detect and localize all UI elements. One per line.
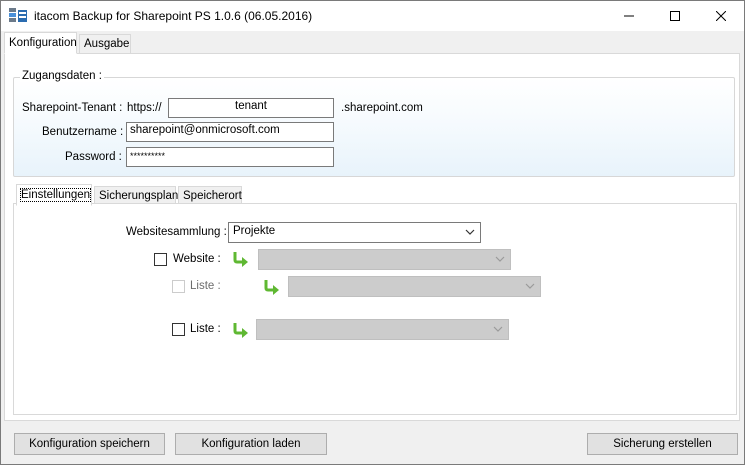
collection-value: Projekte (233, 225, 276, 237)
list-checkbox[interactable] (172, 323, 185, 336)
create-backup-button[interactable]: Sicherung erstellen (587, 433, 738, 455)
password-input[interactable]: ********** (126, 147, 334, 167)
close-button[interactable] (698, 1, 744, 31)
tab-label: Konfiguration (9, 37, 77, 49)
konfiguration-page: Zugangsdaten : Sharepoint-Tenant : https… (4, 53, 740, 421)
app-window: itacom Backup for Sharepoint PS 1.0.6 (0… (0, 0, 745, 465)
green-return-arrow-icon (233, 323, 248, 338)
website-select[interactable] (258, 249, 511, 270)
minimize-icon (624, 15, 634, 17)
window-title: itacom Backup for Sharepoint PS 1.0.6 (0… (34, 9, 313, 23)
tab-label: Einstellungen (19, 188, 92, 202)
tab-label: Ausgabe (84, 38, 130, 50)
load-config-button[interactable]: Konfiguration laden (175, 433, 327, 455)
maximize-icon (670, 11, 680, 21)
website-label: Website : (173, 253, 221, 265)
tab-einstellungen[interactable]: Einstellungen (16, 184, 92, 206)
app-icon (9, 8, 27, 24)
list-select[interactable] (256, 319, 509, 340)
credentials-legend: Zugangsdaten : (20, 70, 104, 82)
title-bar[interactable]: itacom Backup for Sharepoint PS 1.0.6 (0… (1, 1, 744, 31)
close-icon (716, 11, 726, 21)
tab-konfiguration[interactable]: Konfiguration (4, 32, 77, 54)
maximize-button[interactable] (652, 1, 698, 31)
einstellungen-page: Websitesammlung : Projekte Website : Lis… (13, 203, 737, 415)
website-list-label: Liste : (190, 280, 221, 292)
username-label: Benutzername : (42, 126, 124, 138)
chevron-down-icon (493, 326, 503, 332)
password-label: Password : (65, 151, 122, 163)
green-return-arrow-icon (264, 280, 279, 295)
save-config-button[interactable]: Konfiguration speichern (14, 433, 165, 455)
green-return-arrow-icon (233, 252, 248, 267)
chevron-down-icon (525, 283, 535, 289)
website-checkbox[interactable] (154, 253, 167, 266)
list-label: Liste : (190, 323, 221, 335)
chevron-down-icon (465, 229, 475, 235)
chevron-down-icon (495, 256, 505, 262)
tenant-suffix: .sharepoint.com (341, 102, 423, 114)
tenant-prefix: https:// (127, 102, 162, 114)
tenant-label: Sharepoint-Tenant : (22, 102, 123, 114)
minimize-button[interactable] (606, 1, 652, 31)
collection-select[interactable]: Projekte (228, 222, 481, 243)
tenant-input[interactable]: tenant (168, 98, 334, 118)
tab-label: Speicherort (183, 190, 242, 202)
website-list-checkbox[interactable] (172, 280, 185, 293)
username-input[interactable]: sharepoint@onmicrosoft.com (126, 122, 334, 142)
tab-label: Sicherungsplan (99, 190, 179, 202)
tab-ausgabe[interactable]: Ausgabe (79, 34, 131, 54)
credentials-group: Zugangsdaten : Sharepoint-Tenant : https… (13, 70, 735, 177)
website-list-select[interactable] (288, 276, 541, 297)
collection-label: Websitesammlung : (126, 226, 227, 238)
